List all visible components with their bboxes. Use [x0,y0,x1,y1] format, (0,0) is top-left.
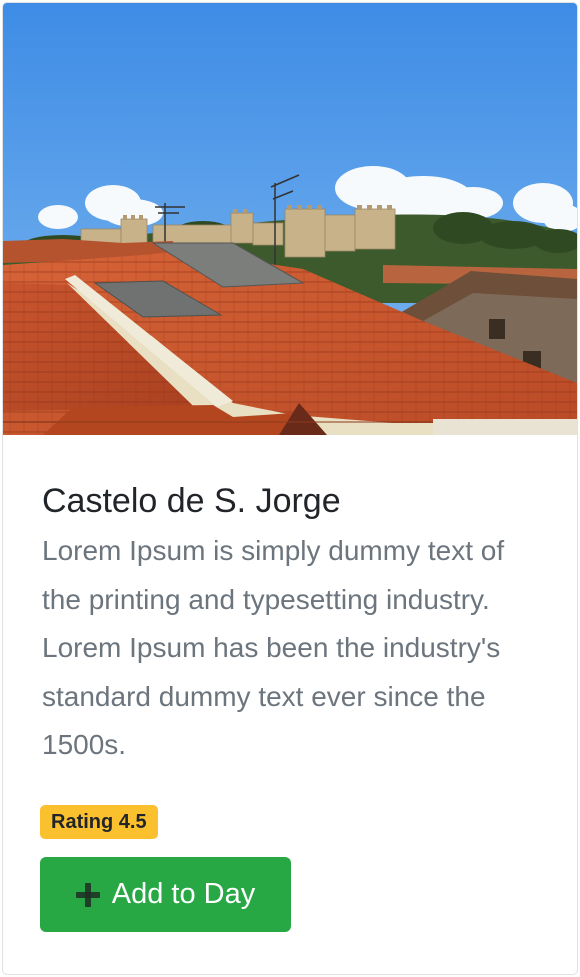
place-description: Lorem Ipsum is simply dummy text of the … [42,535,505,760]
place-title: Castelo de S. Jorge [42,482,341,520]
place-photo [3,3,577,435]
plus-icon [75,882,100,907]
add-to-day-label: Add to Day [111,878,256,910]
card-body: Castelo de S. Jorge Lorem Ipsum is simpl… [42,477,542,770]
add-to-day-button[interactable]: Add to Day [40,857,291,932]
rating-badge: Rating 4.5 [40,805,158,839]
